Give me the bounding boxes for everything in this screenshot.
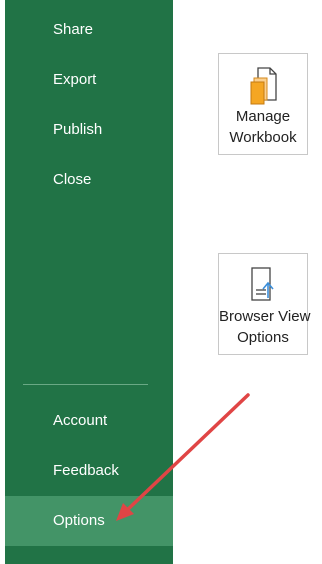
browser-view-options-label: Browser View Options [219, 306, 311, 348]
manage-workbook-button[interactable]: Manage Workbook [218, 53, 308, 155]
nav-item-close[interactable]: Close [5, 155, 173, 205]
browser-view-options-icon [219, 264, 307, 306]
nav-item-feedback[interactable]: Feedback [5, 446, 173, 496]
nav-item-options[interactable]: Options [5, 496, 173, 546]
backstage-sidebar: Share Export Publish Close Account Feedb… [5, 0, 173, 564]
nav-item-account[interactable]: Account [5, 396, 173, 446]
browser-view-options-button[interactable]: Browser View Options [218, 253, 311, 355]
nav-item-publish[interactable]: Publish [5, 105, 173, 155]
nav-item-share[interactable]: Share [5, 5, 173, 55]
manage-workbook-label: Manage Workbook [219, 106, 307, 148]
manage-workbook-label-line1: Manage [235, 108, 291, 125]
manage-workbook-icon [219, 64, 307, 106]
nav-item-export[interactable]: Export [5, 55, 173, 105]
manage-workbook-label-line2: Workbook [229, 129, 297, 146]
sidebar-divider [23, 384, 148, 385]
browser-view-options-label-line2: Options [237, 329, 289, 346]
browser-view-options-label-line1: Browser View [219, 308, 311, 325]
